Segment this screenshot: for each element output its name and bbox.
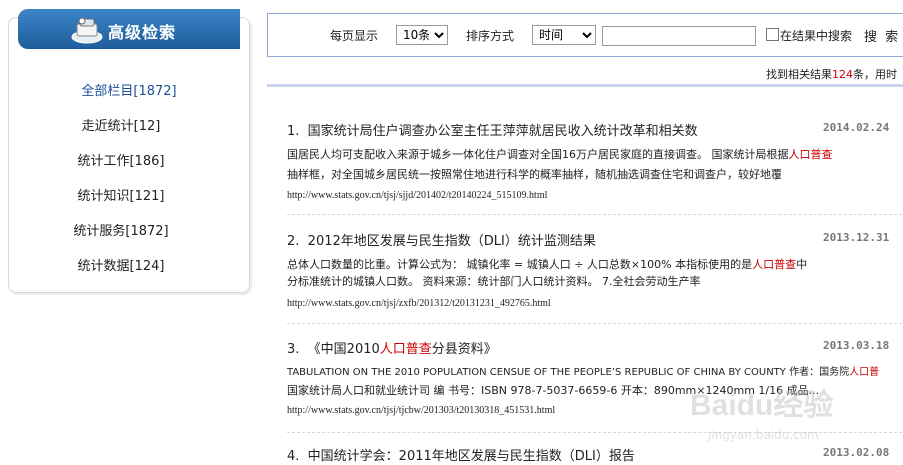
keyword-input[interactable] [602, 26, 756, 46]
result-title: 国家统计局住户调查办公室主任王萍萍就居民收入统计改革和相关数 [307, 124, 698, 139]
snippet-text: 中 [796, 258, 808, 271]
search-tools-icon [71, 17, 103, 44]
snippet-highlight: 人口普查 [752, 258, 797, 271]
result-title-link[interactable]: 2. 2012年地区发展与民生指数（DLI）统计监测结果 [287, 230, 596, 249]
summary-prefix: 找到相关结果 [766, 68, 832, 81]
sidebar-title: 高级检索 [108, 23, 177, 42]
search-within-checkbox[interactable] [766, 28, 779, 41]
result-date: 2013.12.31 [823, 231, 890, 244]
result-date: 2013.03.18 [823, 339, 890, 352]
result-number: 4. [287, 449, 300, 464]
sidebar-item-stats-data[interactable]: 统计数据[124] [10, 255, 232, 274]
snippet-text: 国居民人均可支配收入来源于城乡一体化住户调查对全国16万户居民家庭的直接调查。 … [287, 148, 789, 161]
result-number: 1. [287, 124, 300, 139]
summary-suffix: 条，用时 [853, 68, 897, 81]
sidebar-item-stats-work[interactable]: 统计工作[186] [10, 150, 232, 169]
results-summary: 找到相关结果124条，用时 [766, 66, 897, 82]
result-url[interactable]: http://www.stats.gov.cn/tjsj/zxfb/201312… [287, 298, 551, 309]
sidebar-item-all[interactable]: 全部栏目[1872] [18, 80, 240, 99]
baidu-jingyan-watermark: Baidu经验 jingyan.baidu.com [690, 380, 890, 450]
result-divider [287, 323, 903, 324]
result-url[interactable]: http://www.stats.gov.cn/tjsj/tjcbw/20130… [287, 405, 555, 416]
search-button[interactable]: 搜 索 [864, 26, 900, 45]
result-date: 2014.02.24 [823, 121, 890, 134]
snippet-text: 总体人口数量的比重。计算公式为： 城镇化率 = 城镇人口 ÷ 人口总数×100%… [287, 258, 753, 271]
result-title: 分县资料》 [431, 342, 497, 357]
result-title-link[interactable]: 3. 《中国2010人口普查分县资料》 [287, 338, 497, 357]
result-title-link[interactable]: 1. 国家统计局住户调查办公室主任王萍萍就居民收入统计改革和相关数 [287, 120, 698, 139]
sidebar-item-about-stats[interactable]: 走近统计[12] [10, 115, 232, 134]
search-within-label: 在结果中搜索 [780, 29, 853, 43]
sort-label: 排序方式 [466, 29, 515, 43]
summary-divider [267, 84, 903, 87]
snippet-text: TABULATION ON THE 2010 POPULATION CENSUE… [287, 367, 850, 378]
result-divider [287, 214, 903, 215]
result-snippet: 总体人口数量的比重。计算公式为： 城镇化率 = 城镇人口 ÷ 人口总数×100%… [287, 256, 807, 272]
sidebar-item-stats-service[interactable]: 统计服务[1872] [10, 220, 232, 239]
result-count: 124 [832, 68, 853, 81]
result-title-link[interactable]: 4. 中国统计学会：2011年地区发展与民生指数（DLI）报告 [287, 445, 635, 464]
snippet-highlight: 人口普 [849, 367, 880, 378]
result-title: 2012年地区发展与民生指数（DLI）统计监测结果 [307, 234, 596, 249]
snippet-highlight: 人口普查 [788, 148, 833, 161]
result-title: 中国统计学会：2011年地区发展与民生指数（DLI）报告 [307, 449, 635, 464]
result-snippet: 抽样框，对全国城乡居民统一按照常住地进行科学的概率抽样，随机抽选调查住宅和调查户… [287, 168, 782, 181]
search-options-bar: 每页显示 10条 排序方式 时间 在结果中搜索 搜 索 [267, 13, 903, 57]
result-title: 《中国2010 [307, 342, 380, 357]
result-number: 2. [287, 234, 300, 249]
watermark-url: jingyan.baidu.com [708, 428, 819, 442]
per-page-select[interactable]: 10条 [396, 25, 448, 45]
result-number: 3. [287, 342, 300, 357]
per-page-label: 每页显示 [330, 29, 379, 43]
result-snippet: TABULATION ON THE 2010 POPULATION CENSUE… [287, 363, 879, 378]
watermark-brand: Baidu经验 [690, 389, 834, 422]
sidebar-header: 高级检索 [18, 9, 240, 49]
result-snippet: 分标准统计的城镇人口数。 资料来源：统计部门人口统计资料。 7.全社会劳动生产率 [287, 275, 701, 288]
result-title-highlight: 人口普查 [379, 342, 432, 357]
result-snippet: 国居民人均可支配收入来源于城乡一体化住户调查对全国16万户居民家庭的直接调查。 … [287, 146, 833, 162]
result-url[interactable]: http://www.stats.gov.cn/tjsj/sjjd/201402… [287, 190, 547, 201]
sidebar-item-stats-knowledge[interactable]: 统计知识[121] [10, 185, 232, 204]
sort-select[interactable]: 时间 [532, 25, 596, 45]
